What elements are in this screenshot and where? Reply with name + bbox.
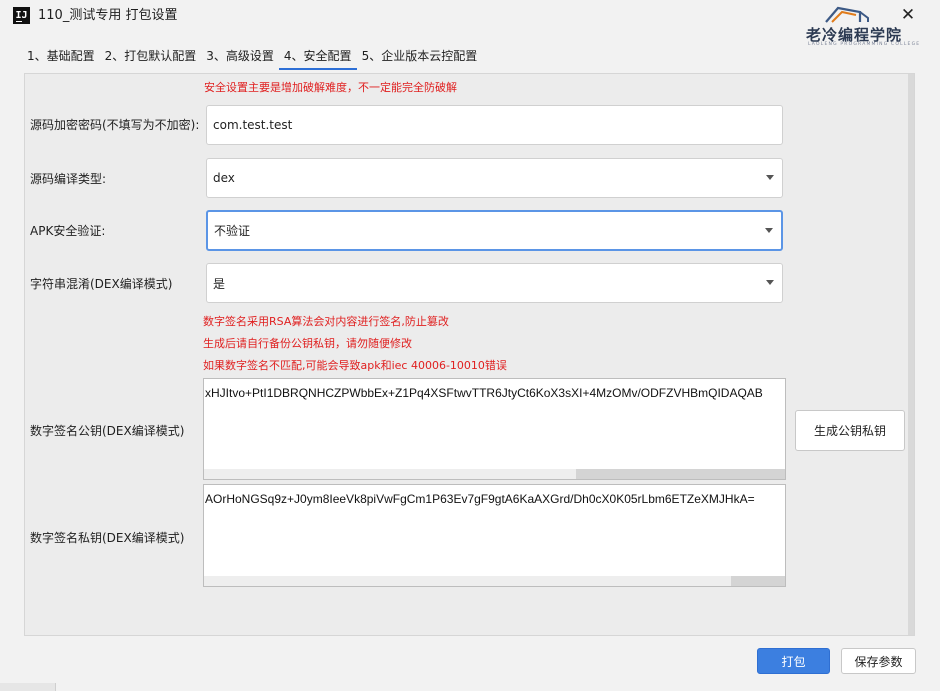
- tab-advanced-settings[interactable]: 3、高级设置: [201, 46, 279, 70]
- window-title: 110_测试专用 打包设置: [38, 8, 178, 23]
- public-key-label: 数字签名公钥(DEX编译模式): [30, 424, 185, 438]
- private-key-textarea[interactable]: AOrHoNGSq9z+J0ym8IeeVk8piVwFgCm1P63Ev7gF…: [203, 484, 786, 587]
- private-key-scroll-thumb[interactable]: [731, 576, 785, 586]
- app-icon: IJ: [13, 7, 30, 24]
- tab-package-default-config[interactable]: 2、打包默认配置: [100, 46, 202, 70]
- tab-bar: 1、基础配置 2、打包默认配置 3、高级设置 4、安全配置 5、企业版本云控配置: [22, 46, 482, 72]
- tab-security-config[interactable]: 4、安全配置: [278, 46, 357, 70]
- sign-note-3: 如果数字签名不匹配,可能会导致apk和iec 40006-10010错误: [203, 359, 507, 372]
- compile-type-label: 源码编译类型:: [30, 172, 107, 186]
- public-key-scroll-thumb[interactable]: [576, 469, 785, 479]
- build-button[interactable]: 打包: [757, 648, 830, 674]
- apk-verify-value: 不验证: [214, 224, 251, 238]
- security-notice: 安全设置主要是增加破解难度，不一定能完全防破解: [204, 81, 457, 94]
- encrypt-password-input[interactable]: com.test.test: [206, 105, 783, 145]
- status-strip: [0, 683, 55, 691]
- divider: [55, 683, 56, 691]
- tab-basic-config[interactable]: 1、基础配置: [22, 46, 100, 70]
- encrypt-password-label: 源码加密密码(不填写为不加密):: [30, 118, 200, 132]
- sign-note-1: 数字签名采用RSA算法会对内容进行签名,防止篡改: [203, 315, 449, 328]
- chevron-down-icon: [765, 227, 773, 233]
- private-key-value: AOrHoNGSq9z+J0ym8IeeVk8piVwFgCm1P63Ev7gF…: [205, 492, 755, 506]
- apk-verify-select[interactable]: 不验证: [206, 210, 783, 251]
- compile-type-value: dex: [213, 171, 235, 185]
- encrypt-password-value: com.test.test: [213, 118, 293, 132]
- public-key-textarea[interactable]: xHJItvo+PtI1DBRQNHCZPWbbEx+Z1Pq4XSFtwvTT…: [203, 378, 786, 480]
- generate-keys-button[interactable]: 生成公钥私钥: [795, 410, 905, 451]
- string-obfuscate-label: 字符串混淆(DEX编译模式): [30, 277, 173, 291]
- logo: 老冷编程学院 LAOLENG PROGRAMMING COLLEGE: [798, 4, 936, 56]
- private-key-label: 数字签名私钥(DEX编译模式): [30, 531, 185, 545]
- compile-type-select[interactable]: dex: [206, 158, 783, 198]
- apk-verify-label: APK安全验证:: [30, 224, 106, 238]
- save-params-button[interactable]: 保存参数: [841, 648, 916, 674]
- string-obfuscate-value: 是: [213, 276, 226, 291]
- chevron-down-icon: [766, 175, 774, 180]
- private-key-hscrollbar[interactable]: [204, 576, 785, 586]
- sign-note-2: 生成后请自行备份公钥私钥，请勿随便修改: [203, 337, 412, 350]
- logo-subtitle: LAOLENG PROGRAMMING COLLEGE: [808, 42, 921, 47]
- chevron-down-icon: [766, 280, 774, 285]
- public-key-hscrollbar[interactable]: [204, 469, 785, 479]
- string-obfuscate-select[interactable]: 是: [206, 263, 783, 303]
- panel-scrollbar[interactable]: [908, 74, 914, 635]
- tab-enterprise-cloud-config[interactable]: 5、企业版本云控配置: [357, 46, 483, 70]
- public-key-value: xHJItvo+PtI1DBRQNHCZPWbbEx+Z1Pq4XSFtwvTT…: [205, 386, 763, 400]
